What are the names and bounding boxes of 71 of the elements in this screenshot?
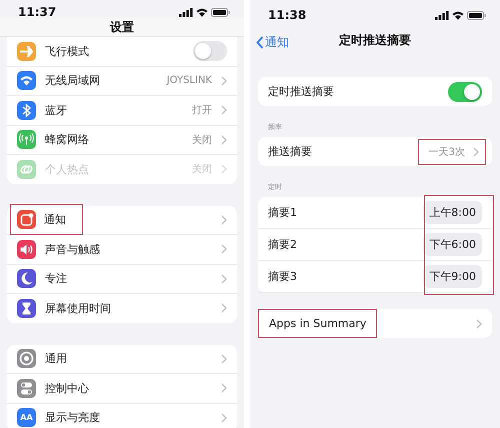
time-value[interactable]: 下午6:00 xyxy=(423,233,482,256)
chevron-icon xyxy=(476,318,482,328)
row-label: 蜂窝网络 xyxy=(45,132,89,148)
chevron-icon xyxy=(473,146,479,156)
wifi-icon xyxy=(452,10,464,20)
row-label: 飞行模式 xyxy=(45,44,89,59)
row-label: 蓝牙 xyxy=(45,102,67,118)
settings-row[interactable]: AA 显示与亮度 xyxy=(7,404,237,428)
row-value: 关闭 xyxy=(192,134,212,147)
toggle-switch[interactable] xyxy=(448,82,482,102)
row-label: 无线局域网 xyxy=(45,73,100,88)
status-time: 11:37 xyxy=(18,5,56,19)
status-time: 11:38 xyxy=(268,8,306,22)
time-value[interactable]: 上午8:00 xyxy=(423,201,482,224)
settings-row[interactable]: 摘要1 上午8:00 xyxy=(258,197,492,229)
chevron-icon xyxy=(221,412,227,423)
display-icon: AA xyxy=(17,408,36,428)
settings-row[interactable]: 摘要3 下午9:00 xyxy=(258,261,492,293)
screen-title: 设置 xyxy=(110,19,134,36)
settings-row[interactable]: 蓝牙 打开 xyxy=(7,96,237,126)
row-label: 声音与触感 xyxy=(45,242,100,257)
chevron-icon xyxy=(221,214,227,225)
row-value: JOYSLINK xyxy=(166,75,212,86)
row-label: 定时推送摘要 xyxy=(268,84,334,99)
row-value: 打开 xyxy=(192,104,212,118)
back-chevron-icon xyxy=(256,36,264,49)
chevron-icon xyxy=(221,354,227,364)
row-label: 专注 xyxy=(45,271,67,286)
chevron-icon xyxy=(221,244,227,254)
signal-icon xyxy=(179,8,193,16)
battery-icon xyxy=(467,10,486,20)
settings-row[interactable]: 通用 xyxy=(7,344,237,374)
settings-row[interactable]: 蜂窝网络 关闭 xyxy=(7,126,237,155)
row-value: 一天3次 xyxy=(428,146,465,158)
row-label: Apps in Summary xyxy=(269,317,366,330)
settings-row[interactable]: 定时推送摘要 xyxy=(258,77,492,106)
row-label: 通知 xyxy=(44,212,66,228)
settings-row[interactable]: 控制中心 xyxy=(7,374,237,404)
settings-row[interactable]: 专注 xyxy=(7,264,237,294)
row-label: 摘要1 xyxy=(268,205,297,220)
row-label: 屏幕使用时间 xyxy=(45,300,111,316)
chevron-icon xyxy=(221,274,227,284)
row-label: 摘要3 xyxy=(268,269,297,284)
row-label: 个人热点 xyxy=(45,162,89,177)
row-label: 通用 xyxy=(45,351,67,366)
settings-row[interactable]: 摘要2 下午6:00 xyxy=(258,229,492,261)
back-button[interactable]: 通知 xyxy=(254,32,291,53)
screen-title: 定时推送摘要 xyxy=(339,32,411,48)
settings-row[interactable]: 屏幕使用时间 xyxy=(7,294,237,322)
row-label: 推送摘要 xyxy=(268,144,312,159)
settings-row[interactable]: Apps in Summary xyxy=(258,309,492,338)
settings-row[interactable]: 飞行模式 xyxy=(7,37,237,66)
settings-row[interactable]: 通知 xyxy=(7,206,237,235)
row-label: 控制中心 xyxy=(45,380,89,396)
row-label: 摘要2 xyxy=(268,237,297,252)
chevron-icon xyxy=(221,76,227,86)
toggle-switch[interactable] xyxy=(193,41,227,62)
chevron-icon xyxy=(221,383,227,394)
chevron-icon xyxy=(221,303,227,314)
settings-row[interactable]: 推送摘要 一天3次 xyxy=(258,137,492,166)
wifi-icon xyxy=(196,8,208,16)
settings-row[interactable]: 声音与触感 xyxy=(7,235,237,264)
row-value: 关闭 xyxy=(192,162,212,176)
settings-row[interactable]: 无线局域网 JOYSLINK xyxy=(7,66,237,96)
signal-icon xyxy=(435,10,449,20)
row-label: 显示与亮度 xyxy=(45,410,100,426)
chevron-icon xyxy=(221,134,227,145)
battery-icon xyxy=(211,8,230,16)
chevron-icon xyxy=(221,105,227,116)
chevron-icon xyxy=(221,164,227,174)
time-value[interactable]: 下午9:00 xyxy=(423,265,482,288)
